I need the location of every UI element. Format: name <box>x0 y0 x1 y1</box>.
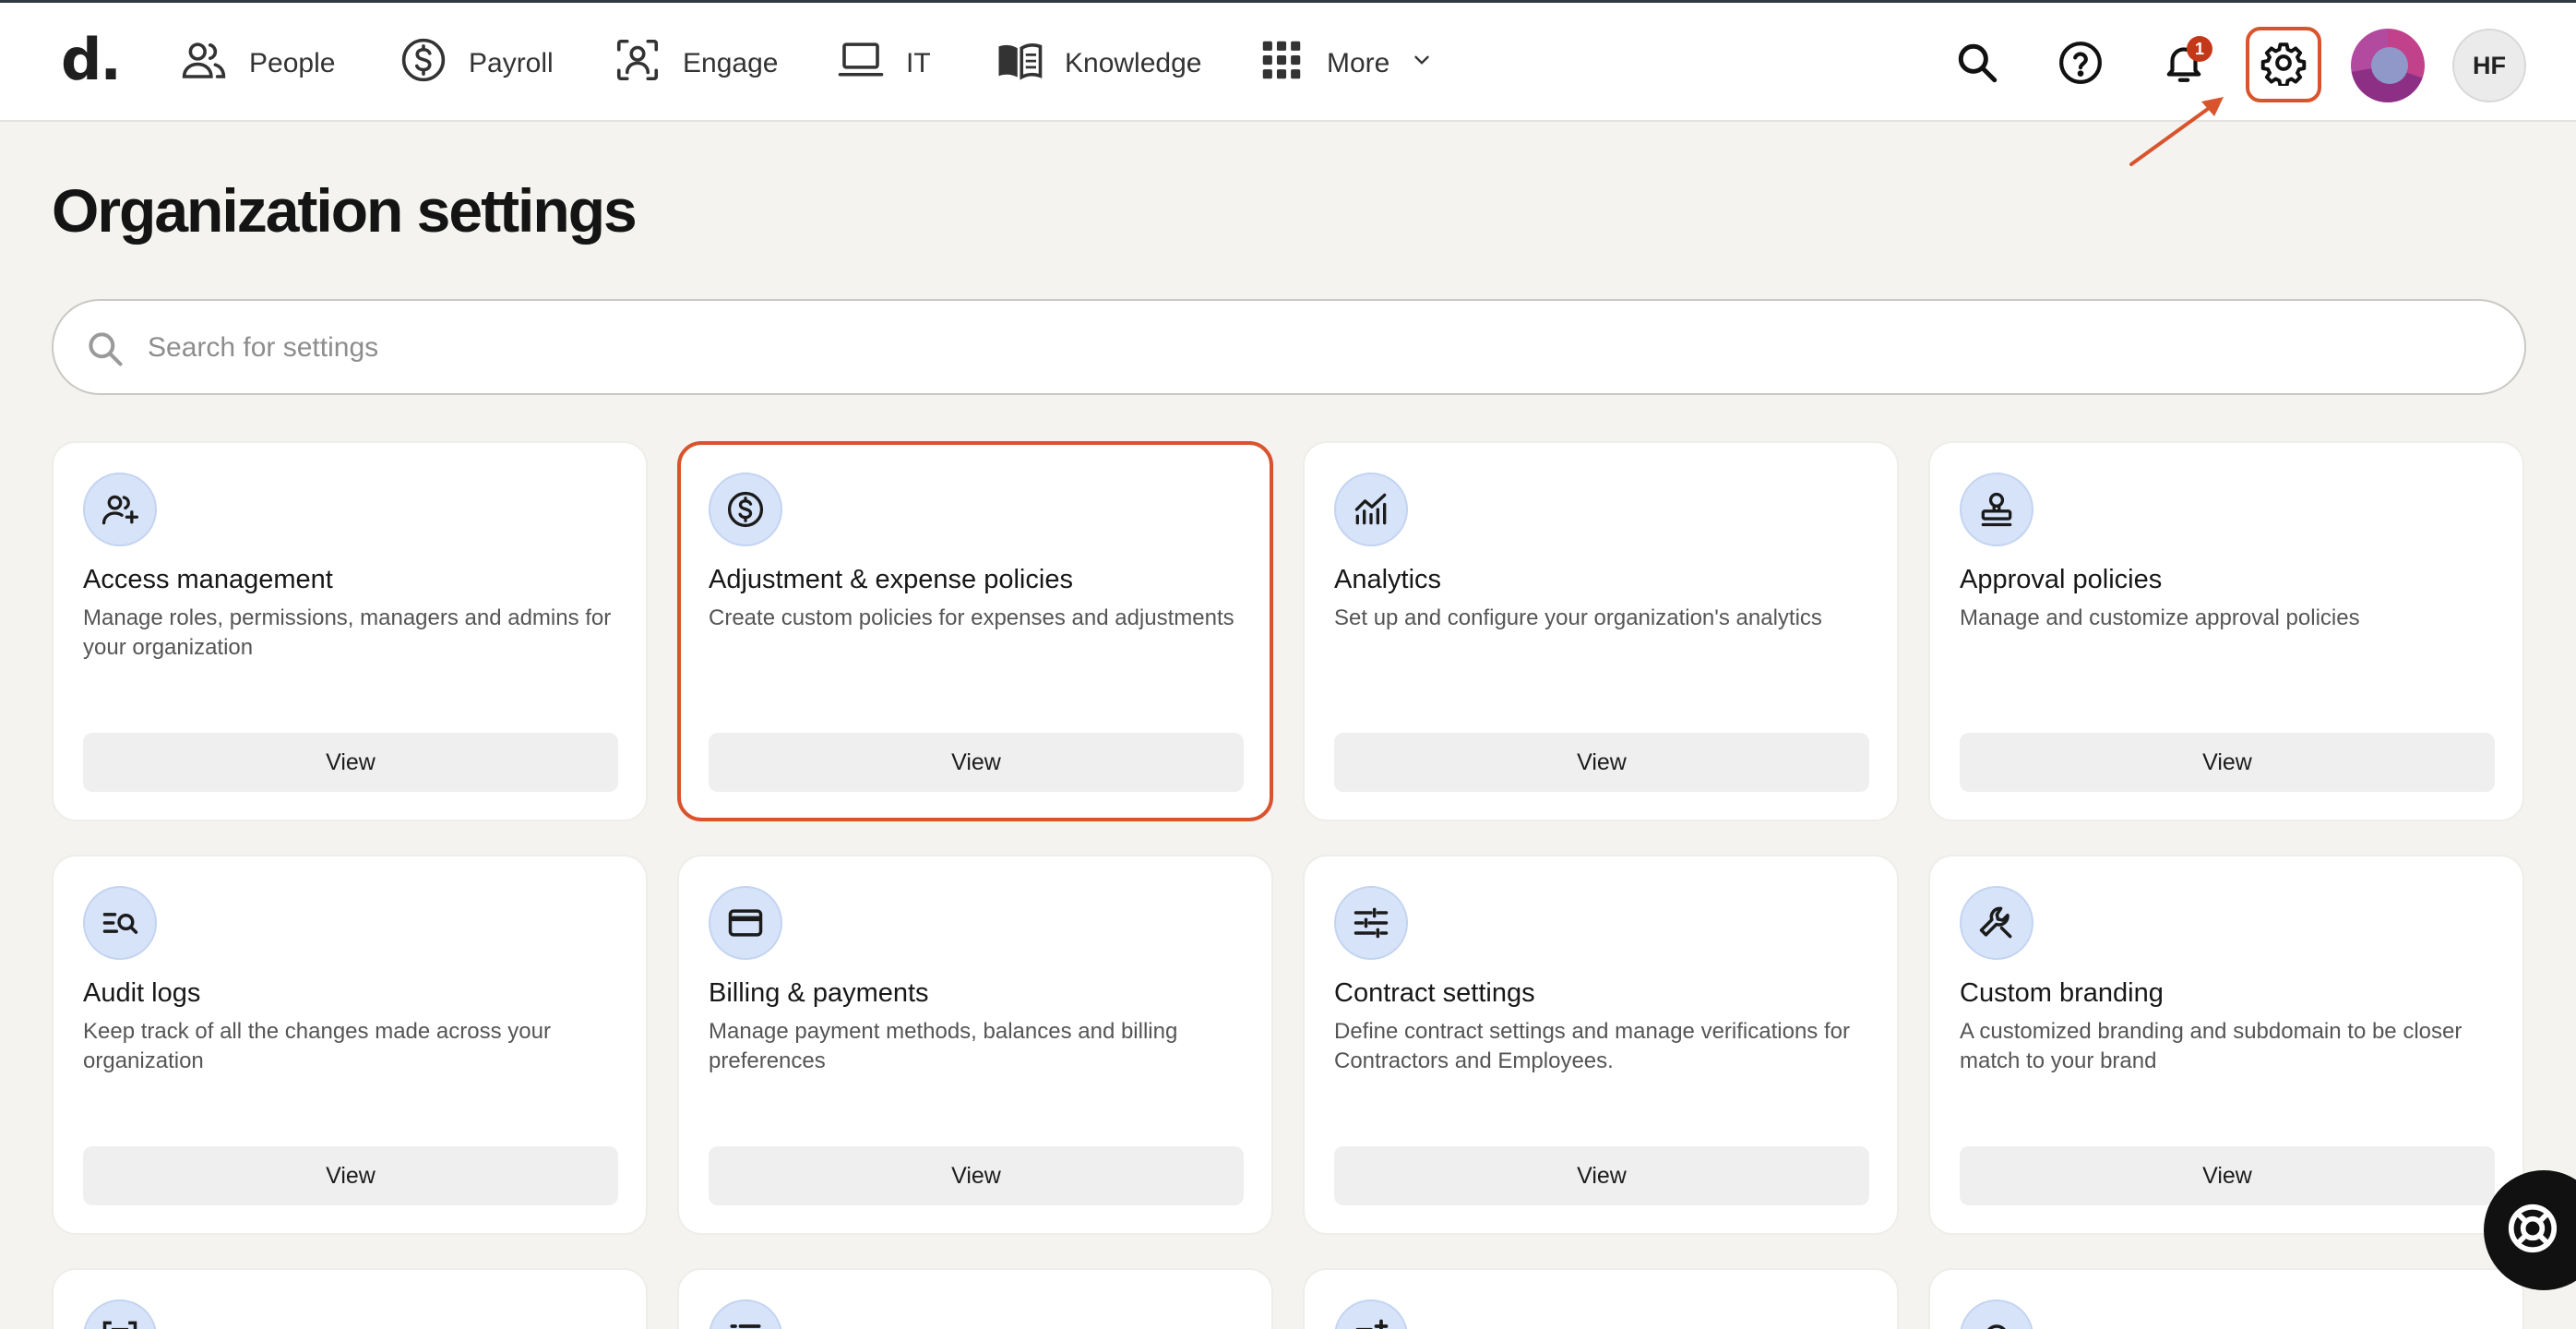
chevron-down-icon <box>1410 48 1434 79</box>
lifebuoy-icon <box>2504 1200 2576 1262</box>
view-button[interactable]: View <box>83 733 618 792</box>
scan-icon <box>83 1299 157 1329</box>
card-description: Manage and customize approval policies <box>1960 605 2360 630</box>
nav-label-more: More <box>1327 48 1390 78</box>
view-button[interactable]: View <box>1334 733 1869 792</box>
card-description: Manage payment methods, balances and bil… <box>709 1019 1178 1073</box>
search-button[interactable] <box>1939 27 2015 102</box>
card-title: Billing & payments <box>709 978 929 1008</box>
card-description: Manage roles, permissions, managers and … <box>83 605 612 660</box>
settings-card-partial <box>1303 1268 1899 1329</box>
card-description: A customized branding and subdomain to b… <box>1960 1019 2463 1073</box>
settings-card-custom-branding: Custom branding A customized branding an… <box>1928 855 2524 1235</box>
user-add-icon <box>83 473 157 546</box>
nav-label-payroll: Payroll <box>469 48 554 78</box>
dollar-circle-icon <box>399 35 448 92</box>
view-button[interactable]: View <box>709 733 1244 792</box>
stamp-icon <box>1960 473 2033 546</box>
settings-card-partial <box>52 1268 648 1329</box>
card-title: Access management <box>83 565 333 594</box>
settings-card-analytics: Analytics Set up and configure your orga… <box>1303 441 1899 821</box>
card-description: Define contract settings and manage veri… <box>1334 1019 1850 1073</box>
nav-more[interactable]: More <box>1257 34 1434 93</box>
nav-people[interactable]: People <box>179 34 335 93</box>
nav-knowledge[interactable]: Knowledge <box>995 34 1201 93</box>
page-title: Organization settings <box>52 176 638 245</box>
nav-engage[interactable]: Engage <box>613 34 778 93</box>
notification-badge: 1 <box>2187 36 2212 62</box>
laptop-icon <box>836 35 886 92</box>
settings-card-adjustment-expense-policies: Adjustment & expense policies Create cus… <box>677 441 1273 821</box>
settings-card-partial <box>1928 1268 2524 1329</box>
help-icon <box>2057 40 2104 90</box>
fingerprint-icon <box>1960 1299 2033 1329</box>
settings-search-bar[interactable] <box>52 299 2526 395</box>
nav-payroll[interactable]: Payroll <box>399 34 554 93</box>
dollar-circle-icon <box>709 473 782 546</box>
card-title: Analytics <box>1334 565 1442 594</box>
card-title: Custom branding <box>1960 978 2164 1008</box>
card-title: Adjustment & expense policies <box>709 565 1073 594</box>
people-icon <box>179 35 229 92</box>
sliders-icon <box>1334 886 1408 960</box>
credit-card-icon <box>709 886 782 960</box>
list-icon <box>709 1299 782 1329</box>
grid-icon <box>1257 35 1306 92</box>
search-input[interactable] <box>148 319 2491 377</box>
nav-label-it: IT <box>906 48 931 78</box>
settings-card-audit-logs: Audit logs Keep track of all the changes… <box>52 855 648 1235</box>
gear-icon <box>2260 40 2307 90</box>
card-description: Create custom policies for expenses and … <box>709 605 1234 630</box>
annotation-arrow <box>2129 97 2224 166</box>
nav-label-people: People <box>249 48 336 78</box>
card-title: Contract settings <box>1334 978 1535 1008</box>
view-button[interactable]: View <box>709 1146 1244 1205</box>
view-button[interactable]: View <box>1960 733 2495 792</box>
nav-label-engage: Engage <box>683 48 779 78</box>
settings-button[interactable] <box>2246 27 2321 102</box>
settings-card-partial <box>677 1268 1273 1329</box>
settings-card-billing-payments: Billing & payments Manage payment method… <box>677 855 1273 1235</box>
card-title: Audit logs <box>83 978 201 1008</box>
logo[interactable]: d. <box>61 27 122 93</box>
wrench-icon <box>1960 886 2033 960</box>
card-description: Set up and configure your organization's… <box>1334 605 1822 630</box>
card-description: Keep track of all the changes made acros… <box>83 1019 551 1073</box>
nav-label-knowledge: Knowledge <box>1065 48 1202 78</box>
list-search-icon <box>83 886 157 960</box>
book-icon <box>995 35 1044 92</box>
settings-card-access-management: Access management Manage roles, permissi… <box>52 441 648 821</box>
view-button[interactable]: View <box>1960 1146 2495 1205</box>
nav-it[interactable]: IT <box>836 34 931 93</box>
search-icon <box>1954 40 2000 90</box>
user-avatar[interactable]: HF <box>2452 29 2526 102</box>
help-button[interactable] <box>2043 27 2118 102</box>
add-list-icon <box>1334 1299 1408 1329</box>
analytics-icon <box>1334 473 1408 546</box>
settings-card-contract-settings: Contract settings Define contract settin… <box>1303 855 1899 1235</box>
card-title: Approval policies <box>1960 565 2163 594</box>
engage-icon <box>613 35 662 92</box>
view-button[interactable]: View <box>83 1146 618 1205</box>
view-button[interactable]: View <box>1334 1146 1869 1205</box>
organization-avatar[interactable] <box>2351 29 2425 102</box>
settings-card-approval-policies: Approval policies Manage and customize a… <box>1928 441 2524 821</box>
